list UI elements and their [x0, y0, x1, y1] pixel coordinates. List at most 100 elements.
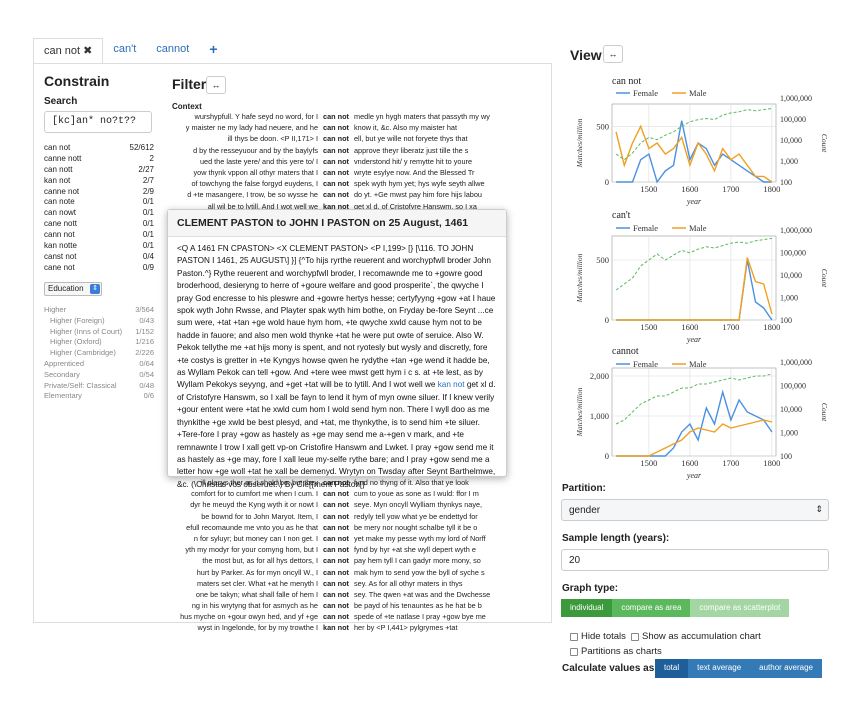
chart-title: cannot [612, 346, 639, 357]
series-line-2 [615, 237, 772, 291]
tab-can-not[interactable]: can not ✖ [33, 38, 104, 64]
y2-tick-label: 100,000 [780, 115, 806, 124]
y-axis-label: Matches/million [575, 253, 584, 303]
concordance-row[interactable]: d +te masangere, I trow, be so wysse he c… [172, 189, 502, 200]
context-label: Context [172, 102, 202, 111]
graph-type-area[interactable]: compare as area [612, 599, 691, 617]
group-select[interactable]: Education ⇕ [44, 282, 102, 296]
group-list-item[interactable]: Higher (Cambridge) 2/226 [44, 348, 154, 359]
concordance-row[interactable]: n for syluyr; but money can I non get. I… [172, 533, 502, 544]
keyword: can not [323, 167, 349, 177]
checkbox-box[interactable] [570, 647, 578, 656]
form-list-item[interactable]: cane nott 0/1 [44, 219, 154, 230]
y2-tick-label: 100 [780, 178, 792, 187]
form-list-item[interactable]: canst not 0/4 [44, 252, 154, 263]
right-context: be mery nor nought schalbe tyll it be o [354, 522, 478, 532]
right-context: vnderstond hit/ y remytte hit to youre [354, 156, 473, 166]
left-context: one be takyn; what shall falle of hem I [195, 589, 318, 599]
concordance-row[interactable]: one be takyn; what shall falle of hem I c… [172, 589, 502, 600]
x-tick-label: 1600 [681, 322, 698, 332]
concordance-row[interactable]: efull recomaunde me vnto you as he that c… [172, 522, 502, 533]
left-context: ng in his wrytyng that for asmych as he [191, 601, 318, 611]
calc-text-average-button[interactable]: text average [688, 659, 751, 678]
y-tick-label: 500 [596, 121, 609, 131]
partitions-charts-checkbox[interactable]: Partitions as charts [570, 646, 662, 657]
close-icon[interactable]: ✖ [83, 45, 92, 57]
plot-frame [611, 235, 777, 321]
tab-cannot[interactable]: cannot [146, 38, 199, 64]
y2-tick-label: 100 [780, 316, 792, 325]
sample-length-input[interactable]: 20 [561, 549, 829, 571]
concordance-row[interactable]: hus myche on +gour owyn hed, and yf +ge c… [172, 611, 502, 622]
concordance-row[interactable]: dyr he meuyd the Kyng wyth it or nowt I c… [172, 499, 502, 510]
keyword: can not [323, 112, 349, 121]
concordance-row[interactable]: wurshypfull. Y hafe seyd no word, for I c… [172, 111, 502, 122]
form-list-item[interactable]: cann not 0/1 [44, 230, 154, 241]
concordance-row[interactable]: ued the laste yere/ and this yere to/ I c… [172, 156, 502, 167]
tab-cant[interactable]: can't [103, 38, 146, 64]
concordance-row[interactable]: yow thynk vppon all othyr maters that I c… [172, 167, 502, 178]
group-list-item[interactable]: Elementary 0/6 [44, 391, 154, 402]
tab-bar: can not ✖ can't cannot + [33, 38, 228, 64]
concordance-row[interactable]: ng in his wrytyng that for asmych as he c… [172, 600, 502, 611]
concordance-row[interactable]: maters set cler. What +at he menyth I can… [172, 578, 502, 589]
concordance-row[interactable]: d by the resseyuour and by the baylyfs ca… [172, 145, 502, 156]
form-list-item[interactable]: can note 0/1 [44, 197, 154, 208]
form-list-item[interactable]: cane not 0/9 [44, 263, 154, 274]
accumulation-checkbox[interactable]: Show as accumulation chart [631, 631, 761, 642]
group-label: Higher (Foreign) [50, 315, 105, 325]
right-context: pay hem tyll I can gadyr more mony, so [354, 556, 481, 566]
series-line-0 [616, 259, 773, 321]
form-list-item[interactable]: canne not 2/9 [44, 187, 154, 198]
left-context: ued the laste yere/ and this yere to/ I [199, 156, 318, 166]
partition-select[interactable]: gender ⇕ [561, 499, 829, 521]
group-list-item[interactable]: Higher (Oxford) 1/216 [44, 337, 154, 348]
concordance-row[interactable]: be bownd for to John Maryot. Item, I can … [172, 511, 502, 522]
y-axis-label: Matches/million [575, 387, 584, 437]
group-list-item[interactable]: Apprenticed 0/64 [44, 359, 154, 370]
form-list-item[interactable]: can nowt 0/1 [44, 208, 154, 219]
search-input[interactable]: [kc]an* no?t?? [44, 111, 152, 133]
concordance-row[interactable]: y maister ne my lady had neuere, and he c… [172, 122, 502, 133]
right-context: ell, but ye wille not foryete thys that [354, 134, 468, 144]
form-list-item[interactable]: kan not 2/7 [44, 176, 154, 187]
form-list-item[interactable]: canne nott 2 [44, 154, 154, 165]
view-toggle-button[interactable]: ↔ [603, 45, 623, 63]
chart-title: can't [612, 210, 631, 221]
y2-axis-label: Count [820, 134, 829, 153]
group-count: 1/216 [135, 337, 154, 347]
x-axis-label: year [686, 335, 702, 344]
calc-author-average-button[interactable]: author average [750, 659, 822, 678]
concordance-row[interactable]: the most but, as for all hys dettors, I c… [172, 555, 502, 566]
add-tab-icon[interactable]: + [199, 38, 227, 64]
hide-totals-label: Hide totals [581, 631, 626, 642]
concordance-row[interactable]: hurt by Parker. As for myn oncyll W., I c… [172, 567, 502, 578]
kwic-list-bottom: ill plasys ther as it shold be, but they… [172, 477, 502, 634]
concordance-row[interactable]: of towchyng the false forgyd euydens, I c… [172, 178, 502, 189]
graph-type-scatterplot[interactable]: compare as scatterplot [690, 599, 790, 617]
group-list-item[interactable]: Higher (Inns of Court) 1/152 [44, 327, 154, 338]
graph-type-individual[interactable]: individual [561, 599, 613, 617]
group-list-item[interactable]: Secondary 0/54 [44, 370, 154, 381]
y-tick-label: 0 [605, 315, 609, 325]
concordance-row[interactable]: wyst in Ingelonde, for by my trowthe I ka… [172, 622, 502, 633]
form-label: canst not [44, 251, 77, 261]
checkbox-box[interactable] [570, 632, 578, 641]
filter-toggle-button[interactable]: ↔ [206, 76, 226, 94]
form-list-item[interactable]: kan notte 0/1 [44, 241, 154, 252]
group-list-item[interactable]: Higher 3/564 [44, 305, 154, 316]
form-list-item[interactable]: can not 52/612 [44, 143, 154, 154]
group-list-item[interactable]: Private/Self: Classical 0/48 [44, 381, 154, 392]
concordance-row[interactable]: ill thys be doon. <P II,171> I can not ell… [172, 133, 502, 144]
y2-tick-label: 10,000 [780, 405, 802, 414]
group-list-item[interactable]: Higher (Foreign) 0/43 [44, 316, 154, 327]
form-list-item[interactable]: can nott 2/27 [44, 165, 154, 176]
series-line-0 [616, 120, 772, 184]
calc-values-group: total text average author average [655, 659, 822, 678]
hide-totals-checkbox[interactable]: Hide totals [570, 631, 626, 642]
keyword: can not [323, 179, 349, 189]
checkbox-box[interactable] [631, 632, 639, 641]
group-list: Higher 3/564 Higher (Foreign) 0/43 Higher (I… [44, 305, 154, 402]
calc-total-button[interactable]: total [655, 659, 689, 678]
concordance-row[interactable]: yth my modyr for your comyng hom, but I c… [172, 544, 502, 555]
